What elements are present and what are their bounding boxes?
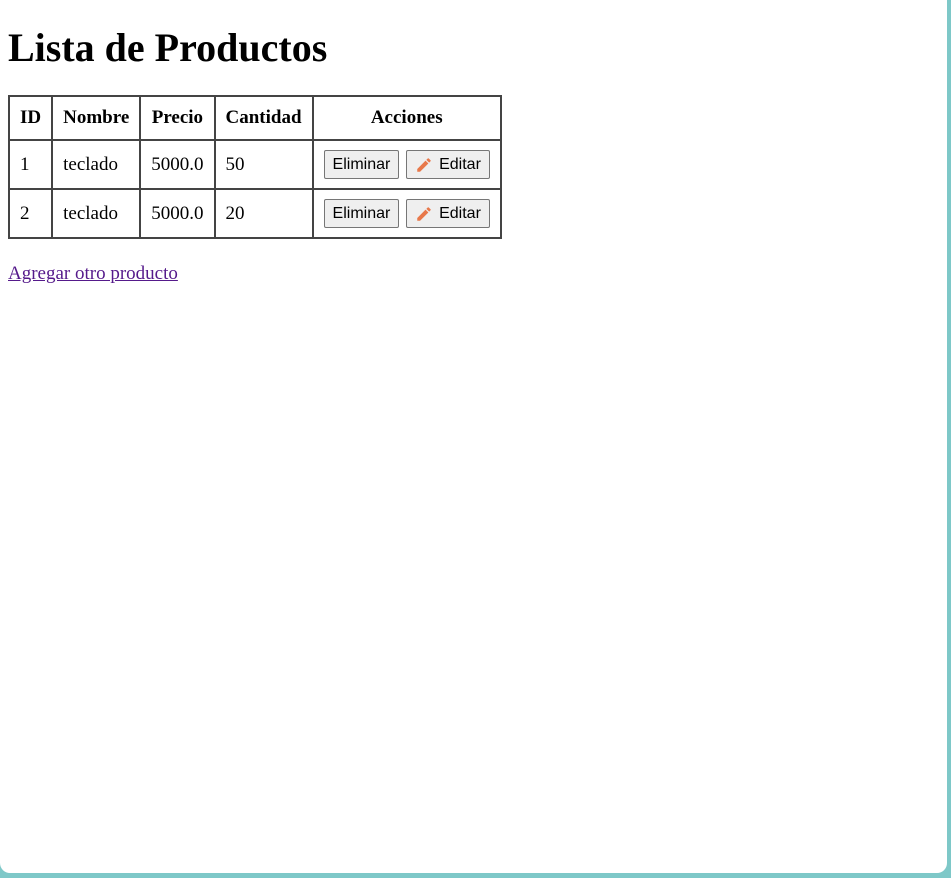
page-content: Lista de Productos ID Nombre Precio Cant… xyxy=(0,0,947,293)
cell-precio: 5000.0 xyxy=(139,188,216,239)
cell-precio: 5000.0 xyxy=(139,139,216,190)
pencil-icon xyxy=(417,206,431,221)
header-cantidad: Cantidad xyxy=(213,95,314,141)
edit-button[interactable]: Editar xyxy=(406,199,490,228)
cell-cantidad: 50 xyxy=(213,139,314,190)
delete-button-label: Eliminar xyxy=(332,204,391,222)
table-row: 1 teclado 5000.0 50 Eliminar Editar xyxy=(7,139,502,190)
cell-acciones: Eliminar Editar xyxy=(311,188,502,239)
cell-id: 1 xyxy=(7,139,54,190)
products-table: ID Nombre Precio Cantidad Acciones 1 tec… xyxy=(7,95,502,239)
header-nombre: Nombre xyxy=(51,95,142,141)
edit-button-label: Editar xyxy=(439,155,481,173)
add-product-link[interactable]: Agregar otro producto xyxy=(8,263,178,285)
delete-button[interactable]: Eliminar xyxy=(323,150,400,179)
table-row: 2 teclado 5000.0 20 Eliminar Editar xyxy=(7,188,502,239)
delete-button[interactable]: Eliminar xyxy=(323,199,400,228)
header-id: ID xyxy=(7,95,54,141)
header-precio: Precio xyxy=(139,95,216,141)
cell-acciones: Eliminar Editar xyxy=(311,139,502,190)
edit-button[interactable]: Editar xyxy=(406,150,490,179)
table-header-row: ID Nombre Precio Cantidad Acciones xyxy=(7,95,502,141)
delete-button-label: Eliminar xyxy=(332,155,391,173)
header-acciones: Acciones xyxy=(311,95,502,141)
page-title: Lista de Productos xyxy=(8,25,328,70)
pencil-icon xyxy=(417,157,431,172)
cell-cantidad: 20 xyxy=(213,188,314,239)
browser-window: Lista de Productos ID Nombre Precio Cant… xyxy=(0,0,947,873)
cell-id: 2 xyxy=(7,188,54,239)
cell-nombre: teclado xyxy=(51,139,142,190)
cell-nombre: teclado xyxy=(51,188,142,239)
edit-button-label: Editar xyxy=(439,204,481,222)
